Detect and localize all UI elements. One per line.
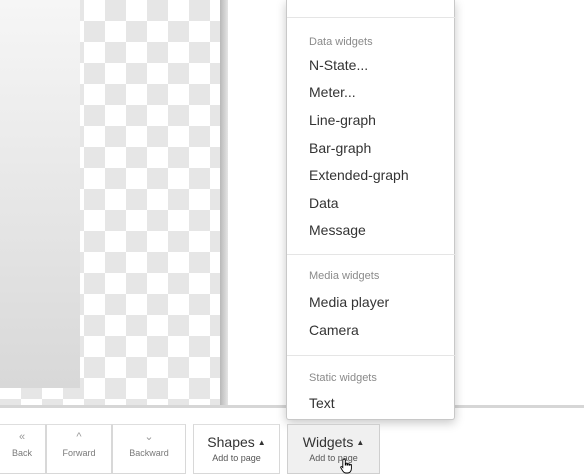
back-label: Back — [11, 448, 32, 458]
hand-cursor-icon — [340, 458, 352, 474]
menu-item-meter[interactable]: Meter... — [309, 84, 356, 100]
shapes-add-button[interactable]: Shapes ▲ Add to page — [193, 424, 280, 474]
widgets-dropdown-menu: Data widgets N-State... Meter... Line-gr… — [286, 0, 455, 420]
double-chevron-down-icon: « — [18, 431, 26, 443]
caret-up-icon: ▲ — [257, 438, 266, 447]
backward-label: Backward — [129, 448, 169, 458]
media-widgets-header: Media widgets — [309, 270, 380, 282]
shapes-sublabel: Add to page — [212, 453, 261, 463]
menu-item-media-player[interactable]: Media player — [309, 294, 389, 310]
menu-item-camera[interactable]: Camera — [309, 322, 359, 338]
canvas-gradient-panel — [0, 0, 80, 388]
caret-up-icon: ▲ — [356, 438, 365, 447]
forward-label: Forward — [62, 448, 96, 458]
shapes-label: Shapes — [207, 434, 255, 450]
static-widgets-header: Static widgets — [309, 372, 377, 384]
shapes-label-row: Shapes ▲ — [194, 434, 279, 450]
menu-item-data[interactable]: Data — [309, 195, 339, 211]
menu-item-text[interactable]: Text — [309, 395, 335, 411]
menu-divider — [287, 254, 455, 255]
back-button[interactable]: « Back — [0, 424, 46, 474]
widgets-add-button[interactable]: Widgets ▲ Add to page — [287, 424, 380, 474]
canvas-edge-shadow — [220, 0, 228, 406]
widgets-sublabel: Add to page — [309, 453, 358, 463]
menu-item-extended-graph[interactable]: Extended-graph — [309, 167, 409, 183]
bottom-toolbar: « Back ^ Forward ⌄ Backward Shapes ▲ Add … — [0, 424, 584, 474]
widgets-label: Widgets — [302, 434, 354, 450]
chevron-down-icon: ⌄ — [144, 431, 154, 443]
chevron-up-icon: ^ — [76, 431, 82, 443]
backward-button[interactable]: ⌄ Backward — [112, 424, 186, 474]
menu-divider — [287, 17, 455, 18]
widgets-label-row: Widgets ▲ — [288, 434, 379, 450]
menu-item-bar-graph[interactable]: Bar-graph — [309, 140, 371, 156]
forward-button[interactable]: ^ Forward — [46, 424, 112, 474]
data-widgets-header: Data widgets — [309, 36, 373, 48]
menu-item-line-graph[interactable]: Line-graph — [309, 112, 376, 128]
menu-item-message[interactable]: Message — [309, 222, 366, 238]
page-canvas[interactable] — [0, 0, 220, 406]
menu-item-n-state[interactable]: N-State... — [309, 57, 368, 73]
menu-divider — [287, 355, 455, 356]
